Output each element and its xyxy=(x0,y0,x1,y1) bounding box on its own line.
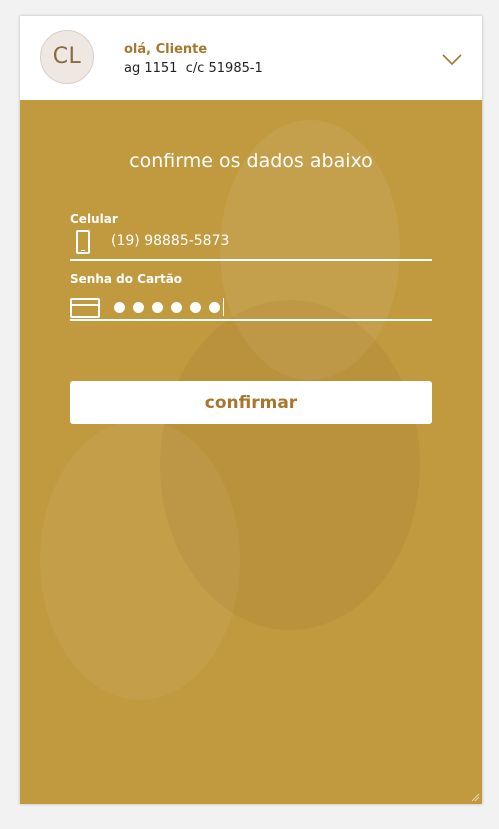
resize-handle-icon[interactable] xyxy=(470,792,480,802)
background-photo-overlay xyxy=(40,420,240,700)
confirm-panel: confirme os dados abaixo Celular (19) 98… xyxy=(20,100,482,804)
account-header[interactable]: CL olá, Cliente ag 1151 c/c 51985-1 xyxy=(20,16,482,100)
credit-card-icon xyxy=(70,298,100,318)
login-card: CL olá, Cliente ag 1151 c/c 51985-1 conf… xyxy=(20,16,482,804)
phone-field[interactable]: (19) 98885-5873 xyxy=(70,230,432,261)
phone-label: Celular xyxy=(70,212,118,226)
chevron-down-icon[interactable] xyxy=(440,52,464,68)
password-dot xyxy=(190,301,201,313)
phone-icon xyxy=(76,230,90,254)
password-dot xyxy=(114,301,125,313)
password-dot xyxy=(133,301,144,313)
confirm-button[interactable]: confirmar xyxy=(70,381,432,424)
password-mask xyxy=(114,298,224,316)
password-label: Senha do Cartão xyxy=(70,272,183,286)
form-title: confirme os dados abaixo xyxy=(129,150,373,172)
password-dot xyxy=(152,301,163,313)
account-number: ag 1151 c/c 51985-1 xyxy=(124,61,263,76)
password-dot xyxy=(209,301,220,313)
avatar: CL xyxy=(40,30,94,84)
password-dot xyxy=(171,301,182,313)
text-caret xyxy=(223,298,224,316)
password-field[interactable] xyxy=(70,291,432,321)
phone-value: (19) 98885-5873 xyxy=(111,233,230,249)
greeting-text: olá, Cliente xyxy=(124,42,208,57)
